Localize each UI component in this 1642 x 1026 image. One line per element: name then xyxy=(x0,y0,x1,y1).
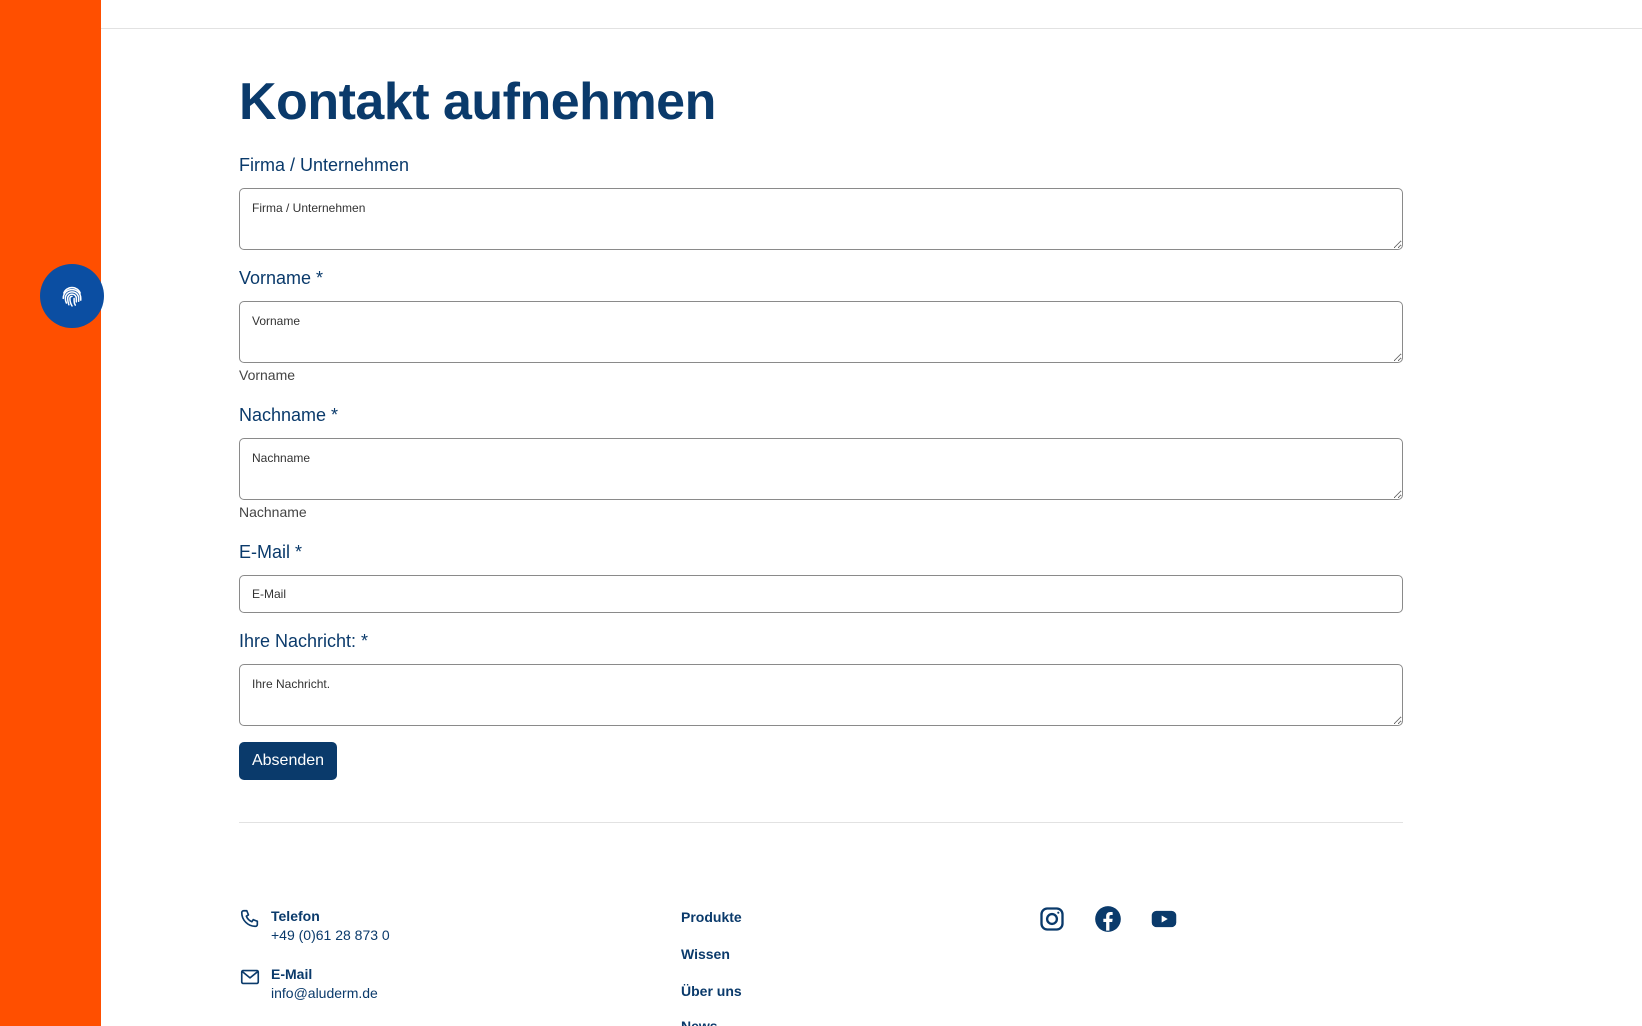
footer-nav-ueber-uns[interactable]: Über uns xyxy=(681,983,742,999)
footer-contact-phone: Telefon +49 (0)61 28 873 0 xyxy=(239,907,390,945)
instagram-icon[interactable] xyxy=(1038,905,1066,933)
orange-side-bar xyxy=(0,0,101,1026)
email-field[interactable] xyxy=(239,575,1403,613)
email-title: E-Mail xyxy=(271,966,313,982)
footer-nav-wissen[interactable]: Wissen xyxy=(681,946,730,962)
footer-nav-news[interactable]: News xyxy=(681,1018,718,1026)
company-label: Firma / Unternehmen xyxy=(239,155,410,175)
top-divider xyxy=(101,28,1642,29)
youtube-icon[interactable] xyxy=(1150,905,1178,933)
firstname-helper: Vorname xyxy=(239,367,296,383)
message-label: Ihre Nachricht: * xyxy=(239,631,369,651)
lastname-helper: Nachname xyxy=(239,504,307,520)
footer-contact-email: E-Mail info@aluderm.de xyxy=(239,965,378,1003)
page-title: Kontakt aufnehmen xyxy=(239,73,716,131)
fingerprint-icon xyxy=(62,286,82,307)
lastname-field[interactable] xyxy=(239,438,1403,500)
message-field[interactable] xyxy=(239,664,1403,726)
email-label: E-Mail * xyxy=(239,542,303,562)
company-field[interactable] xyxy=(239,188,1403,250)
firstname-label: Vorname * xyxy=(239,268,324,288)
firstname-field[interactable] xyxy=(239,301,1403,363)
phone-title: Telefon xyxy=(271,908,320,924)
mail-icon xyxy=(240,969,260,985)
facebook-icon[interactable] xyxy=(1094,905,1122,933)
footer-divider xyxy=(239,822,1403,823)
fingerprint-button[interactable] xyxy=(40,264,104,328)
submit-button[interactable]: Absenden xyxy=(239,742,337,780)
footer-nav-produkte[interactable]: Produkte xyxy=(681,909,742,925)
email-value[interactable]: info@aluderm.de xyxy=(271,983,378,1003)
lastname-label: Nachname * xyxy=(239,405,339,425)
phone-value[interactable]: +49 (0)61 28 873 0 xyxy=(271,925,390,945)
phone-icon xyxy=(240,909,259,928)
